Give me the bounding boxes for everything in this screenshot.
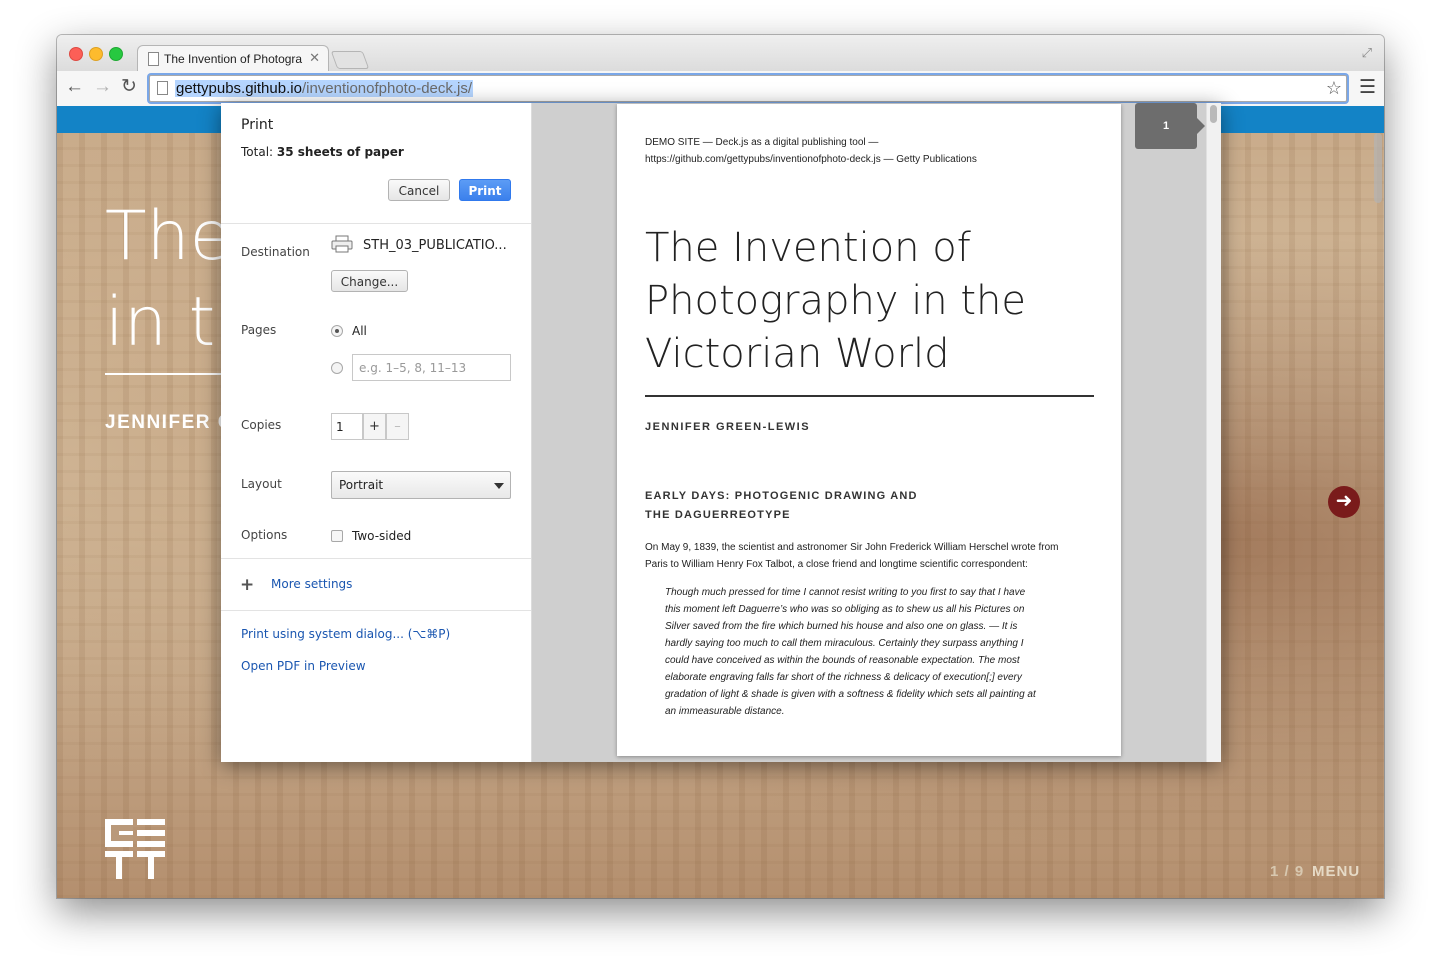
copies-decrement-button[interactable]: – <box>386 413 409 440</box>
header-line: DEMO SITE — Deck.js as a digital publish… <box>645 137 879 148</box>
system-dialog-link[interactable]: Print using system dialog... (⌥⌘P) <box>241 627 450 641</box>
title-line: The Invention of <box>645 225 971 271</box>
document-author: JENNIFER GREEN-LEWIS <box>645 421 811 433</box>
quote-line: elaborate engraving falls far short of t… <box>665 672 1022 683</box>
pages-all-label: All <box>352 324 367 338</box>
preview-scrollbar[interactable] <box>1206 103 1221 762</box>
quote-line: Silver saved from the fire which burned … <box>665 621 1018 632</box>
page-icon <box>148 52 159 66</box>
change-destination-button[interactable]: Change... <box>331 270 408 292</box>
tab-title: The Invention of Photogra <box>164 52 303 66</box>
page-number-badge: 1 <box>1135 103 1205 149</box>
minimize-window-button[interactable] <box>89 47 103 61</box>
destination-label: Destination <box>241 245 310 259</box>
section-heading-line: THE DAGUERREOTYPE <box>645 509 791 521</box>
total-label: Total: <box>241 145 274 159</box>
pages-all-radio[interactable] <box>331 325 343 337</box>
chevron-down-icon <box>494 483 504 489</box>
divider <box>221 223 531 224</box>
close-tab-icon[interactable]: ✕ <box>309 50 320 66</box>
cancel-button[interactable]: Cancel <box>388 179 450 201</box>
quote-line: Though much pressed for time I cannot re… <box>665 587 1026 598</box>
divider <box>221 610 531 611</box>
body-line: Paris to William Henry Fox Talbot, a clo… <box>645 559 1028 570</box>
section-heading: EARLY DAYS: PHOTOGENIC DRAWING AND THE D… <box>645 487 985 525</box>
quote-line: an immeasurable distance. <box>665 706 785 717</box>
url-host: gettypubs.github.io <box>176 80 302 97</box>
browser-tab[interactable]: The Invention of Photogra ✕ <box>137 45 329 72</box>
print-preview[interactable]: DEMO SITE — Deck.js as a digital publish… <box>532 103 1221 762</box>
open-pdf-link[interactable]: Open PDF in Preview <box>241 659 366 673</box>
title-line: Photography in the <box>645 278 1027 324</box>
pages-range-input[interactable]: e.g. 1–5, 8, 11–13 <box>352 354 511 381</box>
options-label: Options <box>241 528 288 542</box>
more-settings-link[interactable]: More settings <box>271 577 352 591</box>
header-line: https://github.com/gettypubs/inventionof… <box>645 154 977 165</box>
layout-select[interactable]: Portrait <box>331 471 511 499</box>
divider <box>221 558 531 559</box>
close-window-button[interactable] <box>69 47 83 61</box>
forward-arrow-icon[interactable]: → <box>93 77 112 97</box>
next-slide-arrow-icon[interactable]: ➜ <box>1328 486 1360 518</box>
block-quote: Though much pressed for time I cannot re… <box>665 584 1075 720</box>
zoom-window-button[interactable] <box>109 47 123 61</box>
menu-button[interactable]: MENU <box>1312 863 1360 880</box>
fullscreen-icon[interactable]: ⤢ <box>1362 45 1372 61</box>
hero-author: JENNIFER C <box>105 412 233 433</box>
pages-range-radio[interactable] <box>331 362 343 374</box>
page-scrollbar[interactable] <box>1374 133 1382 203</box>
body-line: On May 9, 1839, the scientist and astron… <box>645 542 1059 553</box>
title-bar: The Invention of Photogra ✕ ⤢ <box>57 35 1384 72</box>
browser-toolbar: ← → ↻ gettypubs.github.io/inventionofpho… <box>57 71 1384 107</box>
layout-value: Portrait <box>339 478 384 492</box>
hamburger-menu-icon[interactable]: ☰ <box>1359 76 1376 99</box>
copies-input[interactable]: 1 <box>331 413 363 440</box>
quote-line: could have conceived as within the bound… <box>665 655 1020 666</box>
getty-logo[interactable] <box>105 819 165 879</box>
body-paragraph: On May 9, 1839, the scientist and astron… <box>645 539 1097 573</box>
print-total: Total: 35 sheets of paper <box>241 145 404 159</box>
new-tab-button[interactable] <box>330 51 370 69</box>
document-header: DEMO SITE — Deck.js as a digital publish… <box>645 134 1085 168</box>
pages-label: Pages <box>241 323 277 337</box>
print-dialog: Print Total: 35 sheets of paper Cancel P… <box>221 103 1221 762</box>
layout-label: Layout <box>241 477 282 491</box>
address-bar[interactable]: gettypubs.github.io/inventionofphoto-dec… <box>149 75 1347 102</box>
page-icon <box>157 81 168 95</box>
preview-page: DEMO SITE — Deck.js as a digital publish… <box>617 104 1121 756</box>
back-arrow-icon[interactable]: ← <box>65 77 84 97</box>
bookmark-star-icon[interactable]: ☆ <box>1326 78 1342 99</box>
slide-counter: 1 / 9 <box>1270 863 1305 880</box>
two-sided-label: Two-sided <box>352 529 412 543</box>
section-heading-line: EARLY DAYS: PHOTOGENIC DRAWING AND <box>645 490 918 502</box>
printer-icon <box>331 235 353 253</box>
quote-line: gradation of light & shade is given with… <box>665 689 1036 700</box>
document-title: The Invention of Photography in the Vict… <box>645 222 1085 381</box>
total-value: 35 sheets of paper <box>276 145 404 159</box>
print-settings-panel: Print Total: 35 sheets of paper Cancel P… <box>221 103 532 762</box>
quote-line: hardly saying too much to call them mira… <box>665 638 1024 649</box>
title-line: Victorian World <box>645 331 950 377</box>
copies-label: Copies <box>241 418 282 432</box>
url-text[interactable]: gettypubs.github.io/inventionofphoto-dec… <box>175 80 474 97</box>
print-heading: Print <box>241 117 274 133</box>
reload-icon[interactable]: ↻ <box>121 77 137 97</box>
quote-line: this moment left Daguerre’s who was so o… <box>665 604 1025 615</box>
url-path: /inventionofphoto-deck.js/ <box>301 80 473 97</box>
print-button[interactable]: Print <box>459 179 511 201</box>
title-divider <box>645 395 1094 397</box>
copies-increment-button[interactable]: + <box>363 413 386 440</box>
plus-icon[interactable]: + <box>240 575 254 595</box>
two-sided-checkbox[interactable] <box>331 530 343 542</box>
preview-scroll-thumb[interactable] <box>1210 105 1217 123</box>
destination-value: STH_03_PUBLICATIO... <box>363 238 507 253</box>
